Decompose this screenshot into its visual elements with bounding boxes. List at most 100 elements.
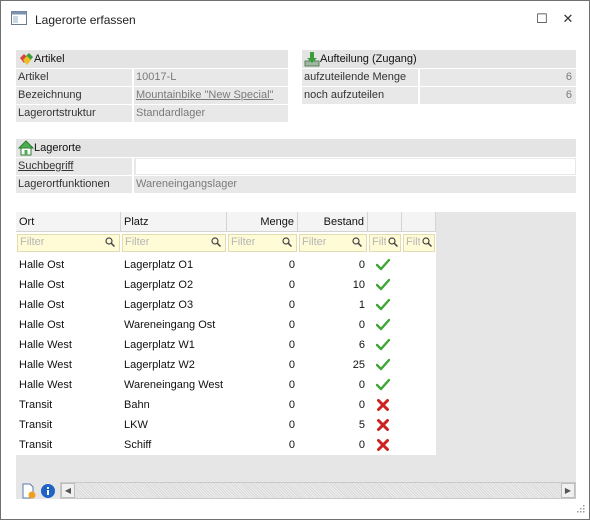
filter-platz[interactable]: Filter [121, 233, 227, 253]
checkmark-icon [376, 338, 390, 351]
download-tray-icon [304, 52, 320, 67]
bezeichnung-row: Bezeichnung Mountainbike "New Special" [16, 87, 288, 104]
cell-platz: Bahn [124, 399, 150, 411]
artikel-label: Artikel [18, 71, 49, 83]
close-button[interactable]: ✕ [557, 9, 579, 29]
lagerorte-panel-header: Lagerorte [16, 139, 576, 157]
resize-grip-icon[interactable] [575, 505, 585, 515]
column-header-menge[interactable]: Menge [227, 212, 298, 232]
checkmark-icon [376, 358, 390, 371]
cell-ort: Halle Ost [19, 299, 65, 311]
aufteilung-panel-title: Aufteilung (Zugang) [320, 53, 417, 65]
cell-menge: 0 [288, 319, 295, 331]
filter-search-icon [211, 237, 221, 247]
warehouse-house-icon [18, 140, 34, 156]
cell-bestand: 0 [358, 319, 365, 331]
table-row[interactable]: Halle Ost Wareneingang Ost 0 0 [16, 315, 436, 335]
column-header-bestand[interactable]: Bestand [298, 212, 368, 232]
lagerortfunktionen-value: Wareneingangslager [136, 178, 238, 190]
column-header-ort[interactable]: Ort [16, 212, 121, 232]
cell-ort: Transit [19, 439, 53, 451]
filter-search-icon [388, 237, 398, 247]
cell-menge: 0 [288, 299, 295, 311]
lagerorte-grid: Ort Platz Menge Bestand Filter Filter Fi… [16, 212, 436, 455]
aufzuteilende-menge-row: aufzuteilende Menge 6 [302, 69, 576, 86]
cell-bestand: 25 [352, 359, 365, 371]
column-header-extra[interactable] [402, 212, 436, 232]
artikel-row: Artikel 10017-L [16, 69, 288, 86]
table-row[interactable]: Halle West Lagerplatz W2 0 25 [16, 355, 436, 375]
cell-platz: Schiff [124, 439, 152, 451]
aufzuteilende-menge-value: 6 [565, 71, 572, 83]
suchbegriff-input[interactable] [135, 158, 576, 175]
filter-extra[interactable]: Filt [402, 233, 436, 253]
column-header-status[interactable] [368, 212, 402, 232]
cell-menge: 0 [288, 259, 295, 271]
window-title: Lagerorte erfassen [35, 13, 136, 27]
artikel-panel-title: Artikel [34, 53, 65, 65]
lagerortstruktur-value: Standardlager [136, 107, 206, 119]
checkmark-icon [376, 258, 390, 271]
scroll-right-button[interactable]: ▶ [561, 483, 575, 498]
cell-bestand: 6 [358, 339, 365, 351]
horizontal-scrollbar[interactable]: ◀ ▶ [60, 482, 576, 499]
lagerortstruktur-label: Lagerortstruktur [18, 107, 96, 119]
table-row[interactable]: Transit Schiff 0 0 [16, 435, 436, 455]
cell-menge: 0 [288, 439, 295, 451]
cell-ort: Halle West [19, 339, 72, 351]
cell-menge: 0 [288, 339, 295, 351]
cell-platz: Lagerplatz O3 [124, 299, 194, 311]
cell-ort: Halle Ost [19, 259, 65, 271]
cell-menge: 0 [288, 399, 295, 411]
cell-menge: 0 [288, 419, 295, 431]
cell-bestand: 5 [358, 419, 365, 431]
aufteilung-panel-header: Aufteilung (Zugang) [302, 50, 576, 68]
suchbegriff-label: Suchbegriff [18, 160, 74, 172]
filter-search-icon [352, 237, 362, 247]
filter-search-icon [422, 237, 432, 247]
table-row[interactable]: Halle Ost Lagerplatz O3 0 1 [16, 295, 436, 315]
article-gems-icon [20, 53, 33, 65]
filter-search-icon [282, 237, 292, 247]
noch-aufzuteilen-label: noch aufzuteilen [304, 89, 385, 101]
bezeichnung-link[interactable]: Mountainbike "New Special" [136, 89, 273, 101]
cell-bestand: 0 [358, 399, 365, 411]
error-cross-icon [377, 439, 389, 451]
checkmark-icon [376, 278, 390, 291]
cell-bestand: 10 [352, 279, 365, 291]
filter-search-icon [105, 237, 115, 247]
title-bar: Lagerorte erfassen ☐ ✕ [1, 1, 589, 37]
column-header-platz[interactable]: Platz [121, 212, 227, 232]
cell-ort: Halle West [19, 359, 72, 371]
cell-menge: 0 [288, 379, 295, 391]
cell-platz: Lagerplatz W1 [124, 339, 195, 351]
lagerortfunktionen-row: Lagerortfunktionen Wareneingangslager [16, 176, 576, 193]
cell-bestand: 0 [358, 259, 365, 271]
new-document-icon[interactable] [20, 483, 36, 499]
maximize-button[interactable]: ☐ [531, 9, 553, 29]
filter-status[interactable]: Filt [368, 233, 402, 253]
checkmark-icon [376, 318, 390, 331]
lagerorte-panel-title: Lagerorte [34, 142, 82, 154]
filter-menge[interactable]: Filter [227, 233, 298, 253]
table-row[interactable]: Halle West Wareneingang West 0 0 [16, 375, 436, 395]
table-row[interactable]: Transit Bahn 0 0 [16, 395, 436, 415]
table-row[interactable]: Halle Ost Lagerplatz O1 0 0 [16, 255, 436, 275]
bezeichnung-label: Bezeichnung [18, 89, 82, 101]
filter-ort[interactable]: Filter [16, 233, 121, 253]
table-row[interactable]: Transit LKW 0 5 [16, 415, 436, 435]
app-window-icon [11, 11, 27, 25]
error-cross-icon [377, 419, 389, 431]
filter-bestand[interactable]: Filter [298, 233, 368, 253]
checkmark-icon [376, 378, 390, 391]
cell-platz: Lagerplatz O2 [124, 279, 194, 291]
table-row[interactable]: Halle West Lagerplatz W1 0 6 [16, 335, 436, 355]
suchbegriff-row: Suchbegriff [16, 158, 576, 175]
cell-platz: Lagerplatz O1 [124, 259, 194, 271]
noch-aufzuteilen-value: 6 [565, 89, 572, 101]
noch-aufzuteilen-row: noch aufzuteilen 6 [302, 87, 576, 104]
table-row[interactable]: Halle Ost Lagerplatz O2 0 10 [16, 275, 436, 295]
info-icon[interactable] [40, 483, 56, 499]
scroll-left-button[interactable]: ◀ [61, 483, 75, 498]
aufzuteilende-menge-label: aufzuteilende Menge [304, 71, 407, 83]
